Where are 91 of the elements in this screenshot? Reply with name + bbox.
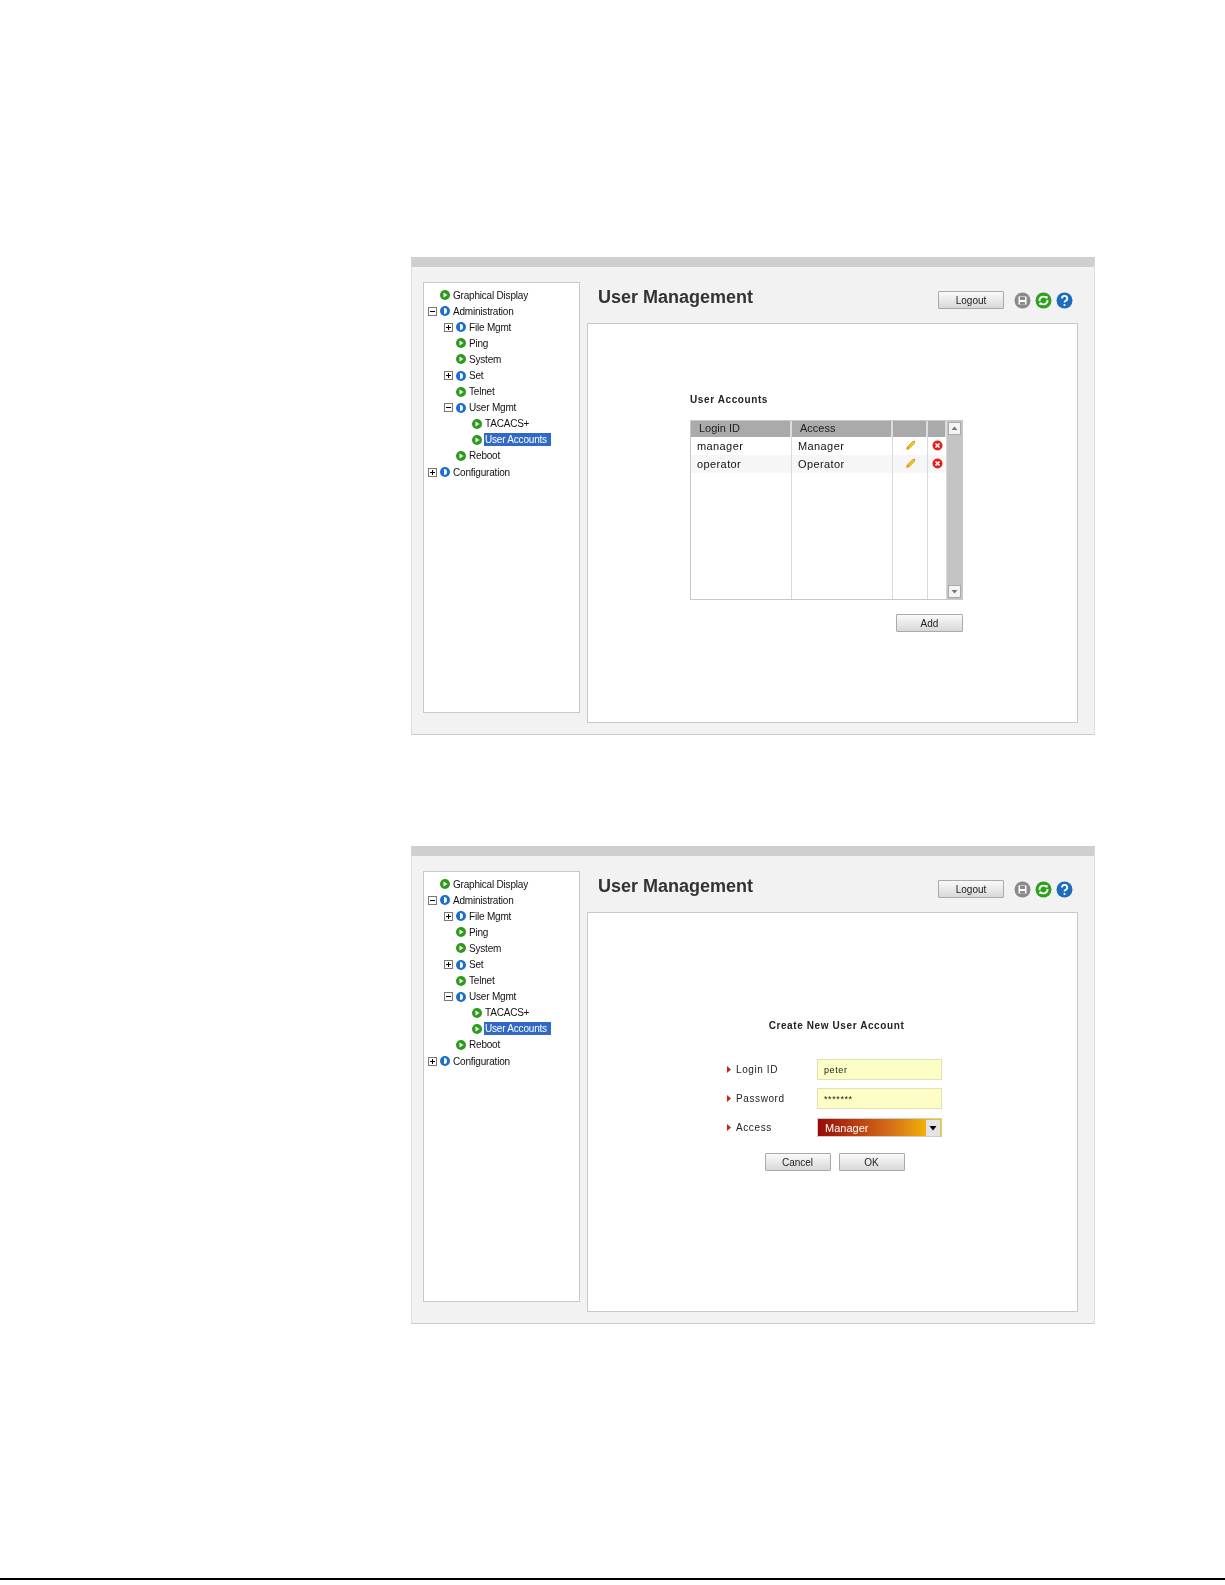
table-cell: operator — [691, 455, 792, 473]
leaf-node-icon — [456, 975, 466, 986]
leaf-node-icon — [472, 434, 482, 445]
tree-item[interactable]: Reboot — [468, 449, 505, 463]
refresh-icon[interactable] — [1035, 880, 1052, 898]
form-button[interactable]: OK — [838, 1153, 905, 1171]
table-cell: Operator — [792, 455, 893, 473]
folder-node-icon — [456, 402, 466, 413]
leaf-node-icon — [472, 1023, 482, 1034]
tree-item[interactable]: Telnet — [468, 385, 499, 399]
tree-item[interactable]: Graphical Display — [452, 877, 532, 891]
expand-toggle[interactable] — [428, 467, 437, 477]
leaf-node-icon — [456, 927, 466, 938]
expand-toggle[interactable] — [444, 911, 453, 921]
tree-item[interactable]: Reboot — [468, 1038, 505, 1052]
scrollbar[interactable] — [947, 421, 962, 599]
leaf-node-icon — [456, 451, 466, 461]
section-heading: User Accounts — [690, 394, 769, 405]
folder-node-icon — [440, 306, 450, 317]
delete-icon[interactable] — [931, 440, 943, 451]
page-title: User Management — [598, 876, 754, 897]
add-button[interactable]: Add — [896, 614, 963, 632]
tree-item[interactable]: Ping — [468, 925, 493, 939]
collapse-toggle[interactable] — [428, 895, 437, 905]
collapse-toggle[interactable] — [428, 306, 437, 316]
input-field[interactable]: ******* — [817, 1088, 942, 1109]
refresh-icon[interactable] — [1035, 291, 1052, 309]
folder-node-icon — [440, 467, 450, 478]
collapse-toggle[interactable] — [444, 403, 453, 413]
tree-item[interactable]: User Accounts — [484, 1022, 551, 1036]
leaf-node-icon — [456, 354, 466, 365]
expand-toggle[interactable] — [428, 1056, 437, 1066]
tree-item[interactable]: User Mgmt — [468, 990, 521, 1004]
tree-item[interactable]: System — [468, 941, 506, 955]
tree-item[interactable]: Administration — [452, 893, 518, 907]
tree-item[interactable]: Administration — [452, 304, 518, 318]
logout-button[interactable]: Logout — [938, 291, 1004, 309]
tree-item[interactable]: File Mgmt — [468, 909, 516, 923]
tree-item[interactable]: Configuration — [452, 1054, 514, 1068]
column-header[interactable]: Access — [792, 421, 893, 437]
save-icon[interactable] — [1014, 291, 1031, 309]
form-button[interactable]: Cancel — [764, 1153, 831, 1171]
field-label: Password — [736, 1093, 785, 1104]
expand-toggle[interactable] — [444, 371, 453, 380]
tree-item[interactable]: TACACS+ — [484, 417, 534, 431]
tree-item[interactable]: Configuration — [452, 465, 514, 479]
tree-item[interactable]: Graphical Display — [452, 288, 532, 302]
leaf-node-icon — [472, 418, 482, 429]
page-title: User Management — [598, 287, 754, 308]
leaf-node-icon — [456, 338, 466, 349]
folder-node-icon — [456, 370, 466, 381]
save-icon[interactable] — [1014, 880, 1031, 898]
tree-item[interactable]: File Mgmt — [468, 320, 516, 334]
tree-item[interactable]: Set — [468, 369, 488, 382]
tree-item[interactable]: Set — [468, 958, 488, 971]
form-heading: Create New User Account — [768, 1020, 905, 1031]
collapse-toggle[interactable] — [444, 992, 453, 1002]
leaf-node-icon — [440, 290, 450, 301]
expand-toggle[interactable] — [444, 322, 453, 332]
column-header[interactable]: Login ID — [691, 421, 792, 437]
field-label: Login ID — [736, 1064, 779, 1075]
scroll-up-icon[interactable] — [948, 422, 961, 435]
folder-node-icon — [456, 911, 466, 922]
folder-node-icon — [456, 322, 466, 333]
leaf-node-icon — [456, 943, 466, 954]
help-icon[interactable] — [1056, 880, 1073, 898]
bullet-arrow-icon — [727, 1066, 731, 1073]
access-dropdown[interactable]: Manager — [817, 1118, 942, 1137]
tree-item[interactable]: Telnet — [468, 974, 499, 988]
bullet-arrow-icon — [727, 1095, 731, 1102]
folder-node-icon — [440, 1056, 450, 1067]
expand-toggle[interactable] — [444, 960, 453, 969]
tree-item[interactable]: Ping — [468, 336, 493, 350]
scroll-down-icon[interactable] — [948, 585, 961, 598]
leaf-node-icon — [472, 1007, 482, 1018]
bullet-arrow-icon — [727, 1123, 731, 1131]
help-icon[interactable] — [1056, 291, 1073, 309]
leaf-node-icon — [456, 386, 466, 397]
leaf-node-icon — [440, 879, 450, 890]
input-field[interactable]: peter — [817, 1059, 942, 1080]
tree-item[interactable]: System — [468, 352, 506, 366]
folder-node-icon — [456, 959, 466, 970]
delete-icon[interactable] — [931, 458, 943, 469]
leaf-node-icon — [456, 1040, 466, 1050]
logout-button[interactable]: Logout — [938, 880, 1004, 898]
folder-node-icon — [440, 895, 450, 906]
tree-item[interactable]: TACACS+ — [484, 1006, 534, 1020]
tree-item[interactable]: User Mgmt — [468, 401, 521, 415]
tree-item[interactable]: User Accounts — [484, 433, 551, 447]
field-label: Access — [736, 1121, 772, 1133]
folder-node-icon — [456, 991, 466, 1002]
